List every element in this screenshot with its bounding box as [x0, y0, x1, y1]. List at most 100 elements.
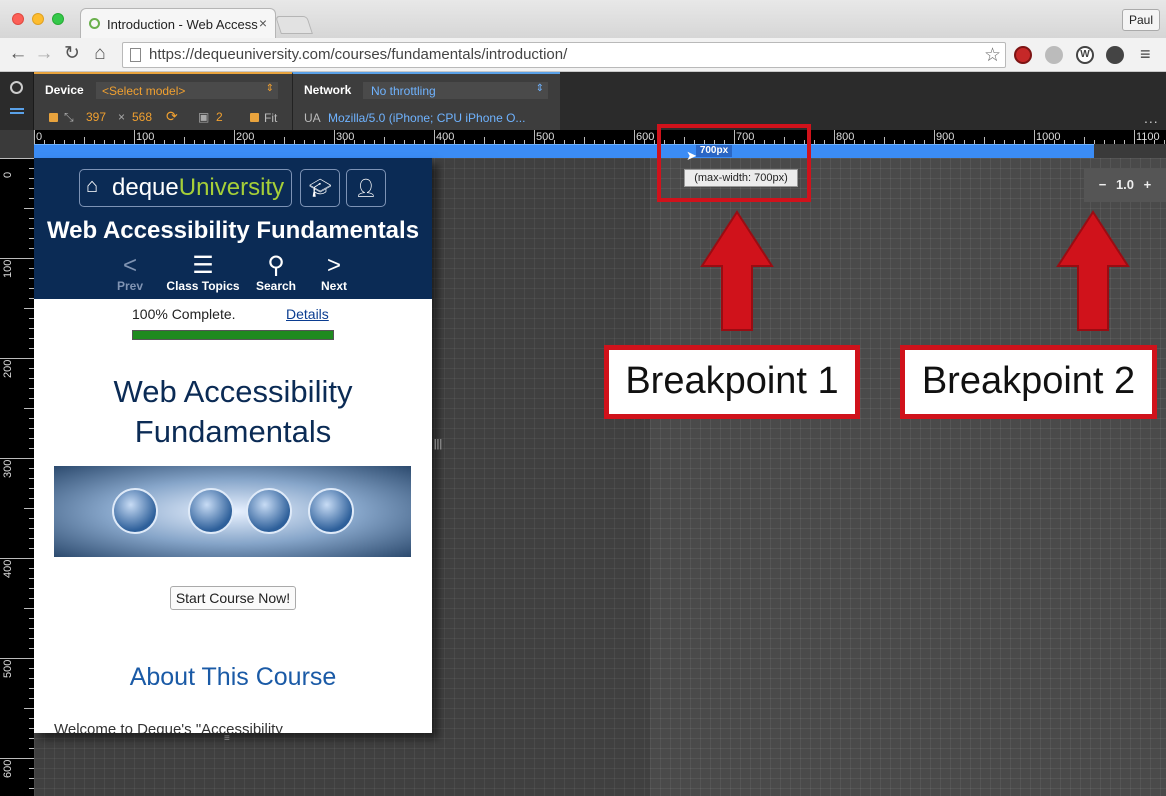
maximize-window-button[interactable] [52, 13, 64, 25]
adblock-extension-icon[interactable] [1014, 46, 1032, 64]
brain-image-icon [308, 488, 354, 534]
device-pixel-ratio-input[interactable]: 2 [216, 110, 223, 124]
vruler-tick-600: 600 [2, 759, 14, 778]
course-hero-image [54, 466, 411, 557]
page-heading: Web Accessibility Fundamentals [34, 372, 432, 452]
bottom-resize-handle-icon[interactable]: ≡ [224, 733, 230, 744]
deque-university-logo[interactable]: ⌂ dequeUniversity [79, 169, 292, 207]
url-text: https://dequeuniversity.com/courses/fund… [149, 46, 568, 63]
tab-title: Introduction - Web Access [107, 17, 258, 32]
devtools-left-strip [0, 72, 34, 130]
wave-extension-icon[interactable]: W [1076, 46, 1094, 64]
next-nav-button[interactable]: > Next [294, 252, 374, 294]
breakpoint-highlight-box [657, 124, 811, 202]
zoom-control: − 1.0 + [1084, 168, 1166, 202]
network-throttle-value: No throttling [371, 84, 436, 98]
zoom-in-button[interactable]: + [1144, 177, 1152, 192]
resize-handle-icon[interactable]: ||| [432, 438, 444, 460]
dimension-separator: × [118, 110, 126, 124]
prev-nav-button[interactable]: < Prev [90, 252, 170, 294]
progress-bar-fill [133, 331, 333, 339]
welcome-text: Welcome to Deque's "Accessibility [54, 721, 283, 733]
media-queries-icon[interactable] [10, 108, 24, 110]
class-topics-label: Class Topics [166, 279, 240, 293]
class-topics-button[interactable]: ☰ Class Topics [163, 252, 243, 294]
menu-icon: ☰ [192, 252, 214, 279]
details-link[interactable]: Details [286, 306, 329, 322]
disable-emulation-icon[interactable] [10, 81, 23, 94]
ruler-tick-1000: 1000 [1036, 131, 1061, 143]
height-input[interactable]: 568 [132, 110, 152, 124]
settings-gear-icon[interactable] [1106, 46, 1124, 64]
network-panel: Network No throttling ⇕ UA Mozilla/5.0 (… [292, 72, 560, 130]
zoom-value: 1.0 [1115, 177, 1135, 192]
devtools-device-bar: Device <Select model> ⇕ ⤡ 397 × 568 ⟳ ▣ … [0, 72, 1166, 130]
user-agent-input[interactable]: Mozilla/5.0 (iPhone; CPU iPhone O... [328, 111, 525, 125]
device-pixel-ratio-icon: ▣ [198, 110, 210, 124]
resolution-checkbox[interactable] [49, 113, 58, 122]
speech-extension-icon[interactable] [1045, 46, 1063, 64]
vertical-ruler: 0 100 200 300 400 500 600 [0, 158, 34, 796]
network-throttle-select[interactable]: No throttling ⇕ [363, 82, 548, 99]
graduation-cap-button[interactable]: 🎓︎ [300, 169, 340, 207]
ruler-tick-500: 500 [536, 131, 555, 143]
chrome-menu-icon[interactable]: ≡ [1140, 44, 1151, 64]
chevron-left-icon: < [122, 252, 137, 279]
select-arrows-icon: ⇕ [265, 83, 274, 94]
close-window-button[interactable] [12, 13, 24, 25]
chevron-right-icon: > [326, 252, 341, 279]
breakpoint-1-arrow-icon [700, 210, 774, 331]
ruler-tick-300: 300 [336, 131, 355, 143]
more-options-icon[interactable]: ... [1144, 110, 1159, 126]
fit-checkbox[interactable] [250, 113, 259, 122]
graduation-cap-icon: 🎓︎ [308, 178, 332, 198]
ruler-tick-900: 900 [936, 131, 955, 143]
device-model-select[interactable]: <Select model> ⇕ [96, 82, 278, 99]
home-icon[interactable]: ⌂ [88, 42, 112, 66]
minimize-window-button[interactable] [32, 13, 44, 25]
logo-university-text: University [178, 174, 285, 201]
home-icon: ⌂ [86, 175, 99, 197]
page-heading-line-2: Fundamentals [134, 414, 332, 449]
start-course-button[interactable]: Start Course Now! [170, 586, 296, 610]
page-heading-line-1: Web Accessibility [113, 374, 353, 409]
vruler-tick-300: 300 [2, 459, 14, 478]
prev-label: Prev [116, 279, 144, 293]
ruler-tick-200: 200 [236, 131, 255, 143]
select-arrows-icon: ⇕ [535, 83, 544, 94]
breakpoint-2-arrow-icon [1056, 210, 1130, 331]
browser-toolbar: ← → ↻ ⌂ https://dequeuniversity.com/cour… [0, 38, 1166, 72]
fit-label: Fit [264, 111, 278, 125]
site-title: Web Accessibility Fundamentals [46, 217, 420, 244]
zoom-out-button[interactable]: − [1099, 177, 1107, 192]
ruler-ticks [34, 130, 1165, 144]
eye-image-icon [112, 488, 158, 534]
user-account-button[interactable]: 👤︎ [346, 169, 386, 207]
deque-favicon-icon [89, 18, 100, 29]
new-tab-button[interactable] [275, 16, 313, 34]
media-query-bar[interactable]: 700px [34, 144, 1094, 158]
vruler-tick-400: 400 [2, 559, 14, 578]
address-bar[interactable]: https://dequeuniversity.com/courses/fund… [122, 42, 1006, 68]
forward-arrow-icon[interactable]: → [32, 42, 56, 66]
search-label: Search [255, 279, 297, 293]
swap-dimensions-icon[interactable]: ⟳ [166, 108, 178, 125]
ruler-tick-1100: 1100 [1136, 131, 1160, 143]
width-input[interactable]: 397 [86, 110, 106, 124]
profile-button[interactable]: Paul [1122, 9, 1160, 31]
vruler-tick-500: 500 [2, 659, 14, 678]
vruler-tick-100: 100 [2, 259, 14, 278]
vruler-tick-0: 0 [2, 171, 14, 178]
vruler-tick-200: 200 [2, 359, 14, 378]
close-tab-icon[interactable]: × [259, 15, 267, 31]
reload-icon[interactable]: ↻ [60, 42, 84, 66]
back-arrow-icon[interactable]: ← [6, 42, 30, 66]
breakpoint-1-callout: Breakpoint 1 [604, 345, 860, 419]
logo-deque-text: deque [112, 174, 179, 201]
user-icon: 👤︎ [354, 178, 378, 198]
browser-title-bar: Introduction - Web Access × Paul [0, 0, 1166, 38]
browser-tab[interactable]: Introduction - Web Access × [80, 8, 276, 38]
page-icon [130, 48, 141, 62]
bookmark-star-icon[interactable]: ☆ [984, 44, 1001, 67]
ruler-tick-400: 400 [436, 131, 455, 143]
